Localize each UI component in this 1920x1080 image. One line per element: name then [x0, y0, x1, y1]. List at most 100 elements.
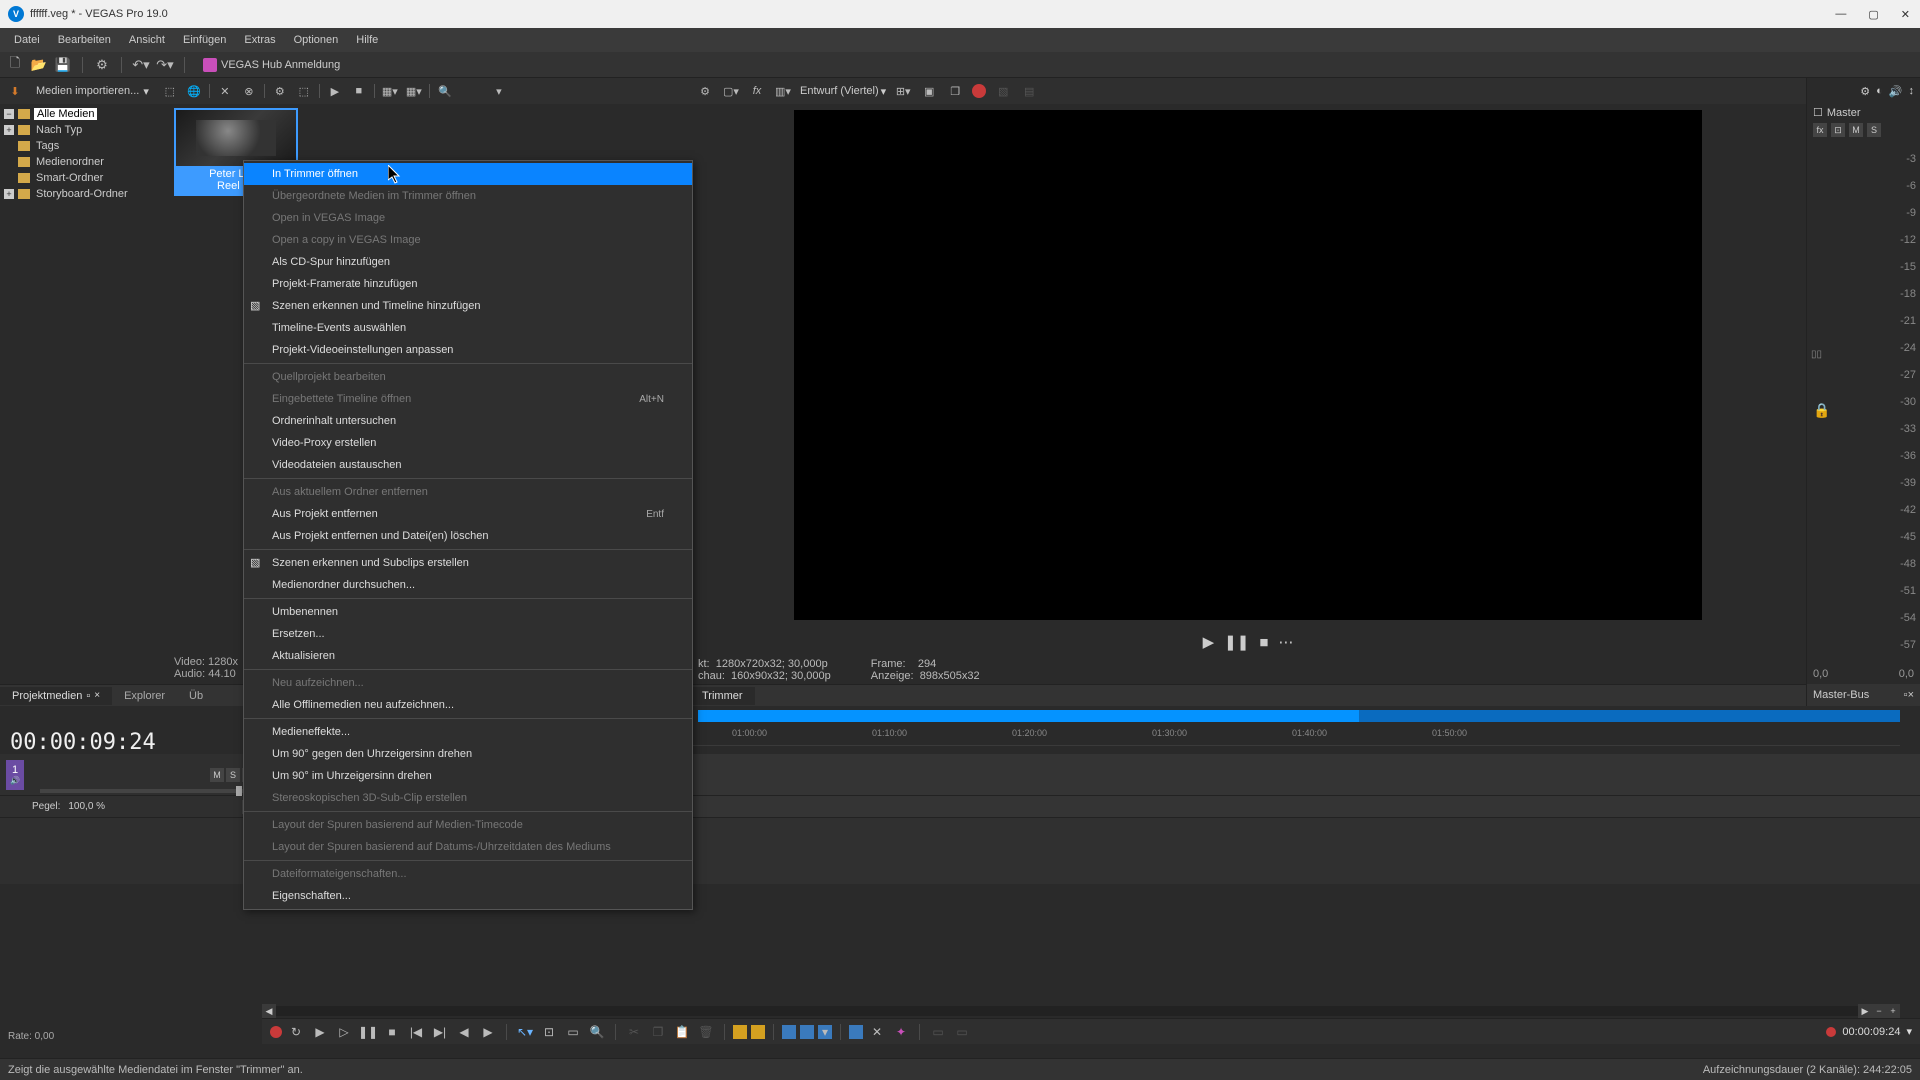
quality-dropdown[interactable]: Entwurf (Viertel)▾ [800, 85, 886, 98]
menu-einfuegen[interactable]: Einfügen [175, 31, 234, 49]
context-item[interactable]: Als CD-Spur hinzufügen [244, 251, 692, 273]
tree-item-alle-medien[interactable]: −Alle Medien [0, 106, 170, 122]
context-item[interactable]: In Trimmer öffnen [244, 163, 692, 185]
search-icon[interactable]: 🔍 [436, 82, 454, 100]
fx-icon[interactable]: ⬚ [295, 82, 313, 100]
context-item[interactable]: Alle Offlinemedien neu aufzeichnen... [244, 694, 692, 716]
scroll-left-icon[interactable]: ◀ [262, 1004, 276, 1018]
master-tab[interactable]: Master-Bus ▫ × [1807, 684, 1920, 706]
insert-button[interactable]: ⊡ [1831, 123, 1845, 137]
close-icon[interactable]: × [1908, 689, 1914, 701]
scroll-right-icon[interactable]: ▶ [1858, 1004, 1872, 1018]
lock-icon[interactable]: 🔒 [1813, 402, 1830, 419]
zoom-in-icon[interactable]: + [1886, 1004, 1900, 1018]
expand-icon[interactable]: + [4, 189, 14, 199]
grid-icon[interactable]: ⊞▾ [894, 82, 912, 100]
fx-icon[interactable]: fx [748, 82, 766, 100]
context-item[interactable]: Eigenschaften... [244, 885, 692, 907]
view-icon[interactable]: ▦▾ [381, 82, 399, 100]
menu-bearbeiten[interactable]: Bearbeiten [50, 31, 119, 49]
play-start-button[interactable]: ▶ [310, 1022, 330, 1042]
stop-button[interactable]: ■ [382, 1022, 402, 1042]
quantize-toggle[interactable] [800, 1025, 814, 1039]
remove-all-icon[interactable]: ⊗ [240, 82, 258, 100]
solo-button[interactable]: S [226, 768, 240, 782]
tree-item-tags[interactable]: Tags [0, 138, 170, 154]
redo-icon[interactable]: ↷▾ [156, 56, 174, 74]
ripple-toggle[interactable]: ▾ [818, 1025, 832, 1039]
record-icon[interactable] [972, 84, 986, 98]
solo-button[interactable]: S [1867, 123, 1881, 137]
context-item[interactable]: Umbenennen [244, 601, 692, 623]
context-item[interactable]: ▧Szenen erkennen und Timeline hinzufügen [244, 295, 692, 317]
play-icon[interactable]: ▶ [326, 82, 344, 100]
snap-toggle[interactable] [782, 1025, 796, 1039]
tab-pin-icon[interactable]: ▫ [86, 690, 90, 702]
autocross-toggle[interactable] [849, 1025, 863, 1039]
chevron-down-icon[interactable]: ▾ [1906, 1025, 1912, 1038]
save-icon[interactable]: 💾 [54, 56, 72, 74]
snap-button[interactable]: ⊡ [539, 1022, 559, 1042]
search-chevron[interactable]: ▾ [490, 82, 508, 100]
capture-icon[interactable]: ⬚ [161, 82, 179, 100]
view2-icon[interactable]: ▦▾ [405, 82, 423, 100]
menu-ansicht[interactable]: Ansicht [121, 31, 173, 49]
context-item[interactable]: Videodateien austauschen [244, 454, 692, 476]
goto-end-button[interactable]: ▶| [430, 1022, 450, 1042]
tab-trimmer[interactable]: Trimmer [690, 687, 755, 705]
context-item[interactable]: ▧Szenen erkennen und Subclips erstellen [244, 552, 692, 574]
magic-button[interactable]: ✦ [891, 1022, 911, 1042]
context-item[interactable]: Video-Proxy erstellen [244, 432, 692, 454]
gear-icon[interactable]: ⚙ [696, 82, 714, 100]
context-item[interactable]: Aus Projekt entfernenEntf [244, 503, 692, 525]
normal-tool[interactable]: ↖▾ [515, 1022, 535, 1042]
vegas-hub-link[interactable]: VEGAS Hub Anmeldung [203, 58, 340, 72]
minimize-button[interactable]: — [1833, 8, 1848, 21]
context-item[interactable]: Aus Projekt entfernen und Datei(en) lösc… [244, 525, 692, 547]
tree-item-medienordner[interactable]: Medienordner [0, 154, 170, 170]
context-item[interactable]: Projekt-Videoeinstellungen anpassen [244, 339, 692, 361]
copy-icon[interactable]: ❐ [946, 82, 964, 100]
import-dropdown[interactable]: Medien importieren... ▾ [30, 83, 155, 100]
stop-button[interactable]: ■ [1259, 634, 1268, 651]
next-frame-button[interactable]: ▶ [478, 1022, 498, 1042]
goto-start-button[interactable]: |◀ [406, 1022, 426, 1042]
pause-button[interactable]: ❚❚ [1224, 633, 1249, 651]
context-item[interactable]: Ordnerinhalt untersuchen [244, 410, 692, 432]
tab-projektmedien[interactable]: Projektmedien▫× [0, 687, 112, 705]
expand-icon[interactable]: + [4, 125, 14, 135]
menu-extras[interactable]: Extras [236, 31, 283, 49]
context-item[interactable]: Timeline-Events auswählen [244, 317, 692, 339]
close-icon[interactable]: × [94, 690, 100, 701]
crossfade-button[interactable]: ✕ [867, 1022, 887, 1042]
tab-ub[interactable]: Üb [177, 687, 215, 705]
context-item[interactable]: Medieneffekte... [244, 721, 692, 743]
undo-icon[interactable]: ↶▾ [132, 56, 150, 74]
overlay-icon[interactable]: ▣ [920, 82, 938, 100]
timeline-scrollbar[interactable]: ◀ ▶ − + [262, 1004, 1900, 1018]
gear-icon[interactable]: ⚙ [1860, 85, 1870, 98]
pause-button[interactable]: ❚❚ [358, 1022, 378, 1042]
context-item[interactable]: Um 90° gegen den Uhrzeigersinn drehen [244, 743, 692, 765]
stop-icon[interactable]: ■ [350, 82, 368, 100]
context-item[interactable]: Projekt-Framerate hinzufügen [244, 273, 692, 295]
zoom-out-icon[interactable]: − [1872, 1004, 1886, 1018]
select-tool[interactable]: ▭ [563, 1022, 583, 1042]
new-icon[interactable]: 🗋 [6, 56, 24, 74]
fx-button[interactable]: fx [1813, 123, 1827, 137]
region-button[interactable] [751, 1025, 765, 1039]
marker-button[interactable] [733, 1025, 747, 1039]
timeline-scrub[interactable] [698, 710, 1900, 722]
context-item[interactable]: Aktualisieren [244, 645, 692, 667]
web-icon[interactable]: 🌐 [185, 82, 203, 100]
meter-icon[interactable]: ↕ [1909, 85, 1915, 97]
context-item[interactable]: Ersetzen... [244, 623, 692, 645]
zoom-tool[interactable]: 🔍 [587, 1022, 607, 1042]
speaker-icon[interactable]: 🔊 [1889, 85, 1903, 98]
context-item[interactable]: Um 90° im Uhrzeigersinn drehen [244, 765, 692, 787]
dim-icon[interactable]: ◐ [1876, 85, 1883, 97]
timecode-display[interactable]: 00:00:09:24 [10, 730, 156, 755]
track-header-1[interactable]: 1🔊 M S … [0, 754, 262, 796]
gear-icon[interactable]: ⚙ [271, 82, 289, 100]
menu-datei[interactable]: Datei [6, 31, 48, 49]
